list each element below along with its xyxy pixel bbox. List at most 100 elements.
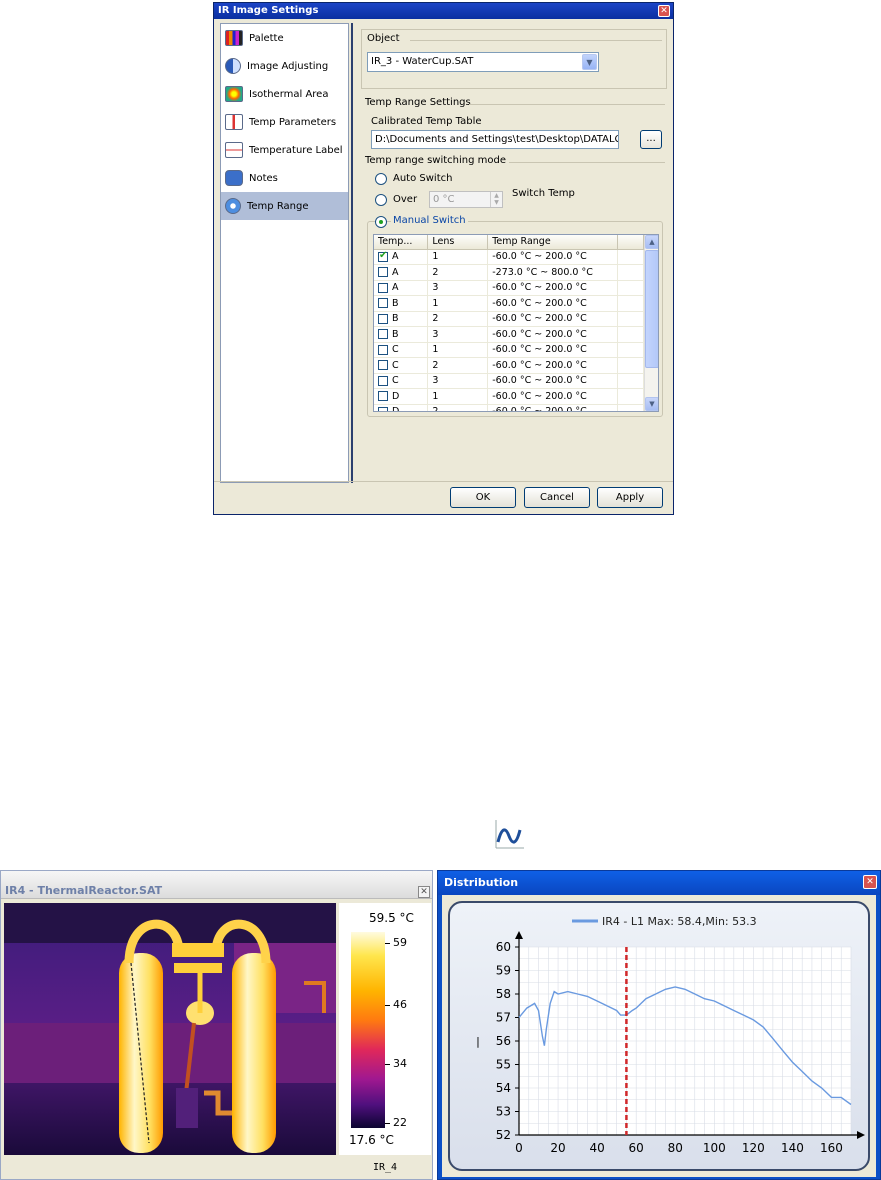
column-header-lens[interactable]: Lens xyxy=(427,235,489,250)
min-temp-label: 17.6 °C xyxy=(349,1133,394,1147)
browse-button[interactable]: ... xyxy=(640,130,662,149)
temp-range-cell: -60.0 °C ~ 200.0 °C xyxy=(487,295,619,312)
cancel-button[interactable]: Cancel xyxy=(524,487,590,508)
scroll-up-icon[interactable]: ▲ xyxy=(645,235,658,249)
table-row[interactable]: B 1 -60.0 °C ~ 200.0 °C xyxy=(374,295,644,312)
table-row[interactable]: D 2 -60.0 °C ~ 200.0 °C xyxy=(374,404,644,412)
temp-range-cell: -60.0 °C ~ 200.0 °C xyxy=(487,280,619,296)
apply-button[interactable]: Apply xyxy=(597,487,663,508)
ir-window-title-bar: IR4 - ThermalReactor.SAT ✕ xyxy=(1,871,432,899)
ir-window-title: IR4 - ThermalReactor.SAT xyxy=(5,884,163,897)
y-tick-label: 54 xyxy=(496,1081,511,1095)
table-scrollbar[interactable]: ▲ ▼ xyxy=(644,235,658,411)
x-tick-label: 120 xyxy=(742,1141,765,1155)
temp-range-table: Temp... Lens Temp Range A1-60.0 °C ~ 200… xyxy=(373,234,659,412)
nav-item-notes[interactable]: Notes xyxy=(221,164,348,192)
divider xyxy=(410,40,662,41)
temp-cell: D xyxy=(374,404,429,412)
scale-tick-label: 59 xyxy=(393,936,407,949)
distribution-chart[interactable]: 0 20 40 60 80 100 120 140 160 52 53 54 55 56 57 58 59 60 |… xyxy=(450,903,868,1169)
temp-cell: B xyxy=(374,311,429,327)
ok-button[interactable]: OK xyxy=(450,487,516,508)
scale-tick xyxy=(385,1064,390,1065)
nav-item-temperature-label[interactable]: Temperature Label xyxy=(221,136,348,164)
table-row[interactable]: B 3 -60.0 °C ~ 200.0 °C xyxy=(374,326,644,343)
row-checkbox[interactable] xyxy=(378,282,388,293)
over-radio[interactable] xyxy=(375,194,387,206)
x-tick-label: 60 xyxy=(629,1141,644,1155)
table-row[interactable]: C 1 -60.0 °C ~ 200.0 °C xyxy=(374,342,644,358)
y-axis-label: | xyxy=(476,1035,480,1048)
temp-value: D xyxy=(392,390,400,402)
row-checkbox[interactable] xyxy=(378,391,388,402)
row-checkbox[interactable] xyxy=(378,329,388,340)
manual-switch-label: Manual Switch xyxy=(391,215,468,226)
distribution-chart-icon[interactable] xyxy=(492,818,526,852)
stepper-arrows-icon[interactable]: ▲ ▼ xyxy=(490,192,502,207)
temp-value: A xyxy=(392,251,399,263)
chevron-down-icon[interactable]: ▼ xyxy=(582,54,597,70)
nav-item-temp-parameters[interactable]: Temp Parameters xyxy=(221,108,348,136)
column-header-temp-range[interactable]: Temp Range xyxy=(487,235,619,250)
nav-item-isothermal-area[interactable]: Isothermal Area xyxy=(221,80,348,108)
lens-cell: 2 xyxy=(427,264,489,281)
column-header-empty xyxy=(617,235,644,250)
object-select[interactable]: IR_3 - WaterCup.SAT ▼ xyxy=(367,52,599,72)
dialog-close-button[interactable]: ✕ xyxy=(658,5,670,17)
empty-cell xyxy=(617,311,644,327)
nav-item-label: Isothermal Area xyxy=(249,88,329,100)
temp-range-cell: -60.0 °C ~ 200.0 °C xyxy=(487,373,619,389)
lens-cell: 1 xyxy=(427,249,489,265)
over-temp-stepper[interactable]: 0 °C ▲ ▼ xyxy=(429,191,503,208)
manual-switch-radio[interactable] xyxy=(375,216,387,228)
temp-value: B xyxy=(392,297,399,309)
table-row[interactable]: D 1 -60.0 °C ~ 200.0 °C xyxy=(374,388,644,405)
row-checkbox[interactable] xyxy=(378,375,388,386)
temp-value: B xyxy=(392,313,399,325)
table-row[interactable]: A 2 -273.0 °C ~ 800.0 °C xyxy=(374,264,644,281)
settings-content-panel: Object IR_3 - WaterCup.SAT ▼ Temp Range … xyxy=(351,23,671,483)
distribution-close-button[interactable]: ✕ xyxy=(863,875,877,889)
scale-tick-label: 34 xyxy=(393,1057,407,1070)
lens-cell: 2 xyxy=(427,404,489,411)
nav-item-palette[interactable]: Palette xyxy=(221,24,348,52)
ir-window-close-button[interactable]: ✕ xyxy=(418,886,430,898)
empty-cell xyxy=(617,388,644,405)
scroll-down-icon[interactable]: ▼ xyxy=(645,397,658,411)
temp-range-cell: -60.0 °C ~ 200.0 °C xyxy=(487,249,619,265)
auto-switch-label: Auto Switch xyxy=(393,173,453,184)
distribution-window: Distribution ✕ 0 20 40 60 80 100 120 140 160 52 53… xyxy=(437,870,881,1180)
nav-item-label: Notes xyxy=(249,172,278,184)
row-checkbox[interactable] xyxy=(378,360,388,371)
lens-cell: 1 xyxy=(427,388,489,405)
object-label: Object xyxy=(367,33,400,44)
column-header-temp[interactable]: Temp... xyxy=(374,235,429,250)
empty-cell xyxy=(617,373,644,389)
row-checkbox[interactable] xyxy=(378,267,388,278)
scroll-thumb[interactable] xyxy=(645,250,658,368)
row-checkbox[interactable] xyxy=(378,250,388,262)
distribution-title: Distribution xyxy=(444,876,519,889)
table-row[interactable]: A 3 -60.0 °C ~ 200.0 °C xyxy=(374,280,644,296)
temp-range-cell: -60.0 °C ~ 200.0 °C xyxy=(487,326,619,343)
auto-switch-radio[interactable] xyxy=(375,173,387,185)
temp-cell: A xyxy=(374,264,429,281)
nav-item-temp-range[interactable]: Temp Range xyxy=(221,192,348,220)
table-row[interactable]: C 2 -60.0 °C ~ 200.0 °C xyxy=(374,357,644,374)
table-row[interactable]: C 3 -60.0 °C ~ 200.0 °C xyxy=(374,373,644,389)
row-checkbox[interactable] xyxy=(378,298,388,309)
nav-item-image-adjusting[interactable]: Image Adjusting xyxy=(221,52,348,80)
empty-cell xyxy=(617,264,644,281)
x-tick-label: 80 xyxy=(668,1141,683,1155)
table-row[interactable]: B 2 -60.0 °C ~ 200.0 °C xyxy=(374,311,644,327)
temp-range-cell: -60.0 °C ~ 200.0 °C xyxy=(487,404,619,411)
calibrated-path-field[interactable]: D:\Documents and Settings\test\Desktop\D… xyxy=(371,130,619,149)
row-checkbox[interactable] xyxy=(378,406,388,411)
thermal-image[interactable] xyxy=(4,903,336,1155)
temp-cell: C xyxy=(374,357,429,374)
temp-value: D xyxy=(392,406,400,412)
temp-range-settings-label: Temp Range Settings xyxy=(365,97,471,108)
table-row[interactable]: A 1-60.0 °C ~ 200.0 °C xyxy=(374,249,644,265)
row-checkbox[interactable] xyxy=(378,313,388,324)
row-checkbox[interactable] xyxy=(378,344,388,355)
